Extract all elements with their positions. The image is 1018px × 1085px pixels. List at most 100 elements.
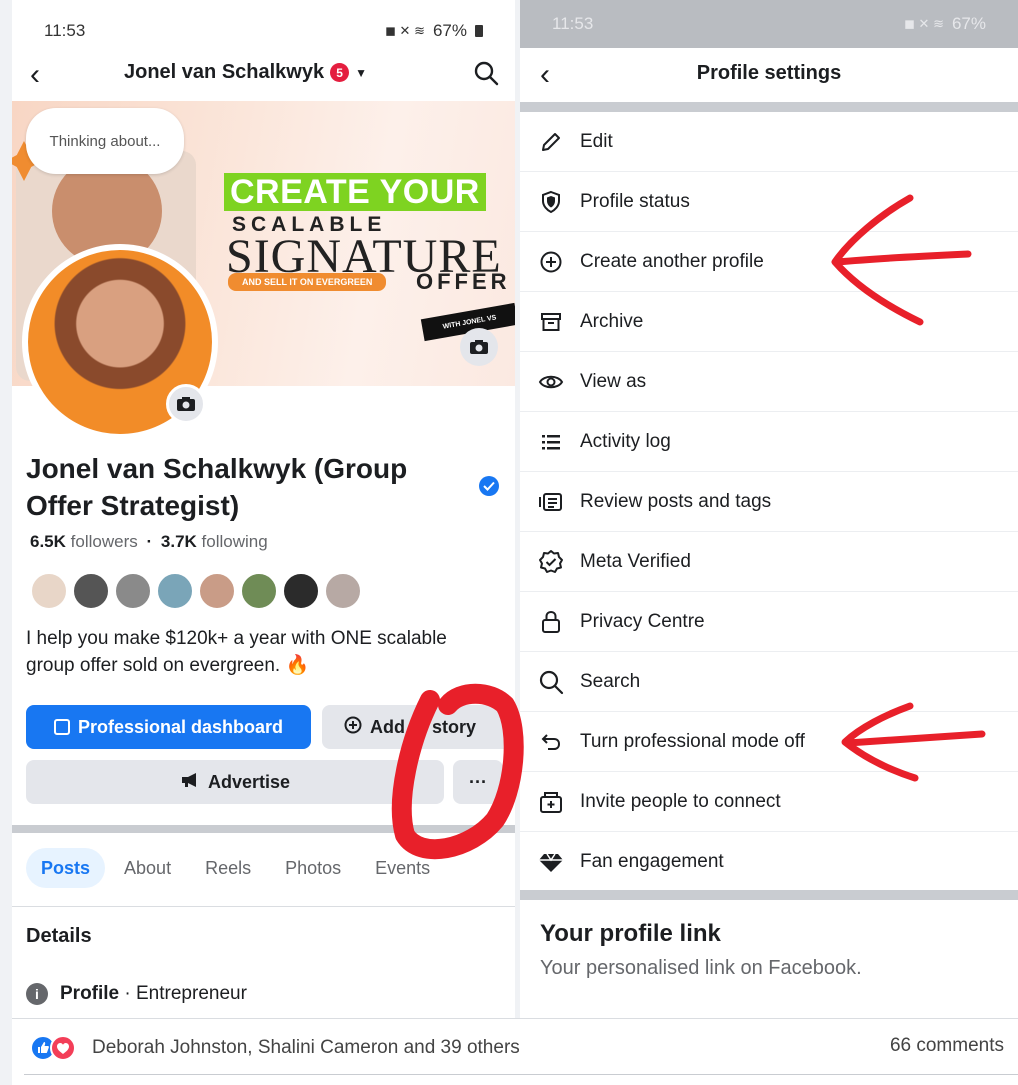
shield-icon xyxy=(536,187,566,217)
cover-headline: CREATE YOUR xyxy=(224,173,486,211)
profile-switcher[interactable]: Jonel van Schalkwyk 5 ▼ xyxy=(124,61,367,84)
friend-avatar[interactable] xyxy=(30,572,68,610)
menu-label: Profile status xyxy=(580,190,690,212)
menu-item-turn-professional-mode-off[interactable]: Turn professional mode off xyxy=(520,712,1018,772)
detail-profile-value: · Entrepreneur xyxy=(124,983,247,1004)
battery-level: 67% xyxy=(432,21,467,40)
menu-item-meta-verified[interactable]: Meta Verified xyxy=(520,532,1018,592)
battery-level: 67% xyxy=(951,14,986,33)
status-icons: ◼ ✕ ≋ 67% xyxy=(385,21,483,41)
cover-subline: AND SELL IT ON EVERGREEN xyxy=(228,273,387,291)
menu-label: Invite people to connect xyxy=(580,790,781,812)
professional-dashboard-button[interactable]: Professional dashboard xyxy=(26,705,311,749)
status-bar-dimmed: 11:53 ◼ ✕ ≋ 67% xyxy=(520,0,1018,48)
menu-item-search[interactable]: Search xyxy=(520,652,1018,712)
screenshot-collage: 11:53 ◼ ✕ ≋ 67% ‹ Jonel van Schalkwyk 5 … xyxy=(0,0,1018,1085)
bottom-divider xyxy=(24,1074,1018,1075)
section-divider xyxy=(12,825,515,833)
love-reaction-icon xyxy=(50,1035,76,1061)
reaction-icons[interactable] xyxy=(30,1035,76,1061)
tab-posts[interactable]: Posts xyxy=(26,848,106,888)
status-icons: ◼ ✕ ≋ 67% xyxy=(904,14,986,34)
verified-badge-icon xyxy=(536,547,566,577)
menu-item-review-posts-and-tags[interactable]: Review posts and tags xyxy=(520,472,1018,532)
menu-label: Search xyxy=(580,670,641,692)
header-divider xyxy=(520,102,1018,112)
menu-item-fan-engagement[interactable]: Fan engagement xyxy=(520,832,1018,892)
friend-avatar[interactable] xyxy=(198,572,236,610)
status-time: 11:53 xyxy=(44,21,86,40)
friend-avatar[interactable] xyxy=(72,572,110,610)
menu-item-profile-status[interactable]: Profile status xyxy=(520,172,1018,232)
menu-item-view-as[interactable]: View as xyxy=(520,352,1018,412)
detail-profile-row: i Profile · Entrepreneur xyxy=(26,983,247,1005)
menu-label: Meta Verified xyxy=(580,550,691,572)
profile-tabs: Posts About Reels Photos Events xyxy=(26,848,445,888)
tab-about[interactable]: About xyxy=(109,848,186,888)
avatar-camera-icon[interactable] xyxy=(166,384,206,424)
follow-stats[interactable]: 6.5K followers · 3.7K following xyxy=(30,532,268,552)
verified-badge-icon xyxy=(479,476,499,496)
comments-count[interactable]: 66 comments xyxy=(890,1035,1004,1057)
profile-link-heading: Your profile link xyxy=(540,920,721,947)
friend-avatar[interactable] xyxy=(114,572,152,610)
diamond-icon xyxy=(536,847,566,877)
add-to-story-button[interactable]: Add to story xyxy=(322,705,512,749)
tabs-divider xyxy=(12,906,515,907)
advertise-label: Advertise xyxy=(207,771,291,792)
tab-events[interactable]: Events xyxy=(360,848,445,888)
menu-label: Create another profile xyxy=(580,250,764,272)
menu-label: Fan engagement xyxy=(580,851,724,872)
post-reactions-bar: Deborah Johnston, Shalini Cameron and 39… xyxy=(12,1018,1018,1085)
info-icon: i xyxy=(26,983,48,1005)
notification-icons: ◼ ✕ ≋ xyxy=(904,16,944,31)
profile-settings-menu: Edit Profile status Create another profi… xyxy=(520,112,1018,892)
settings-title: Profile settings xyxy=(696,62,842,84)
lock-icon xyxy=(536,607,566,637)
review-icon xyxy=(536,487,566,517)
menu-label: Review posts and tags xyxy=(580,490,772,512)
menu-label: Archive xyxy=(580,310,644,332)
tab-reels[interactable]: Reels xyxy=(190,848,266,888)
menu-item-privacy-centre[interactable]: Privacy Centre xyxy=(520,592,1018,652)
back-arrow-icon[interactable]: ‹ xyxy=(30,58,40,92)
section-divider xyxy=(520,890,1018,900)
profile-name: Jonel van Schalkwyk (Group Offer Strateg… xyxy=(26,453,408,521)
menu-item-edit[interactable]: Edit xyxy=(520,112,1018,172)
search-icon[interactable] xyxy=(473,60,499,91)
dashboard-label: Professional dashboard xyxy=(77,716,284,737)
followers-count: 6.5K xyxy=(30,532,66,551)
menu-item-activity-log[interactable]: Activity log xyxy=(520,412,1018,472)
search-icon xyxy=(536,667,566,697)
menu-label: Edit xyxy=(580,130,613,152)
menu-item-invite-people[interactable]: Invite people to connect xyxy=(520,772,1018,832)
eye-icon xyxy=(536,367,566,397)
menu-item-archive[interactable]: Archive xyxy=(520,292,1018,352)
battery-icon xyxy=(475,25,483,37)
detail-profile-label: Profile xyxy=(60,983,120,1004)
chevron-down-icon: ▼ xyxy=(355,65,367,80)
menu-item-create-another-profile[interactable]: Create another profile xyxy=(520,232,1018,292)
profile-bio: I help you make $120k+ a year with ONE s… xyxy=(26,628,447,676)
advertise-button[interactable]: Advertise xyxy=(26,760,444,804)
friend-avatar[interactable] xyxy=(240,572,278,610)
more-options-button[interactable]: ··· xyxy=(453,760,503,804)
thinking-bubble[interactable]: Thinking about... xyxy=(26,108,184,174)
detail-profile-text: Profile · Entrepreneur xyxy=(60,983,247,1005)
friend-avatar[interactable] xyxy=(282,572,320,610)
following-label: following xyxy=(201,532,268,551)
reaction-names[interactable]: Deborah Johnston, Shalini Cameron and 39… xyxy=(92,1037,520,1059)
friend-avatar[interactable] xyxy=(156,572,194,610)
list-icon xyxy=(536,427,566,457)
menu-label: Privacy Centre xyxy=(580,610,705,632)
invite-icon xyxy=(536,787,566,817)
menu-label: View as xyxy=(580,370,647,392)
add-to-story-label: Add to story xyxy=(370,716,476,737)
friend-avatar[interactable] xyxy=(324,572,362,610)
cover-camera-icon[interactable] xyxy=(460,328,498,366)
profile-page-screen: 11:53 ◼ ✕ ≋ 67% ‹ Jonel van Schalkwyk 5 … xyxy=(12,0,515,1018)
mutual-friends-avatars[interactable] xyxy=(30,572,362,610)
pencil-icon xyxy=(536,127,566,157)
tab-photos[interactable]: Photos xyxy=(270,848,356,888)
megaphone-icon xyxy=(180,772,200,793)
